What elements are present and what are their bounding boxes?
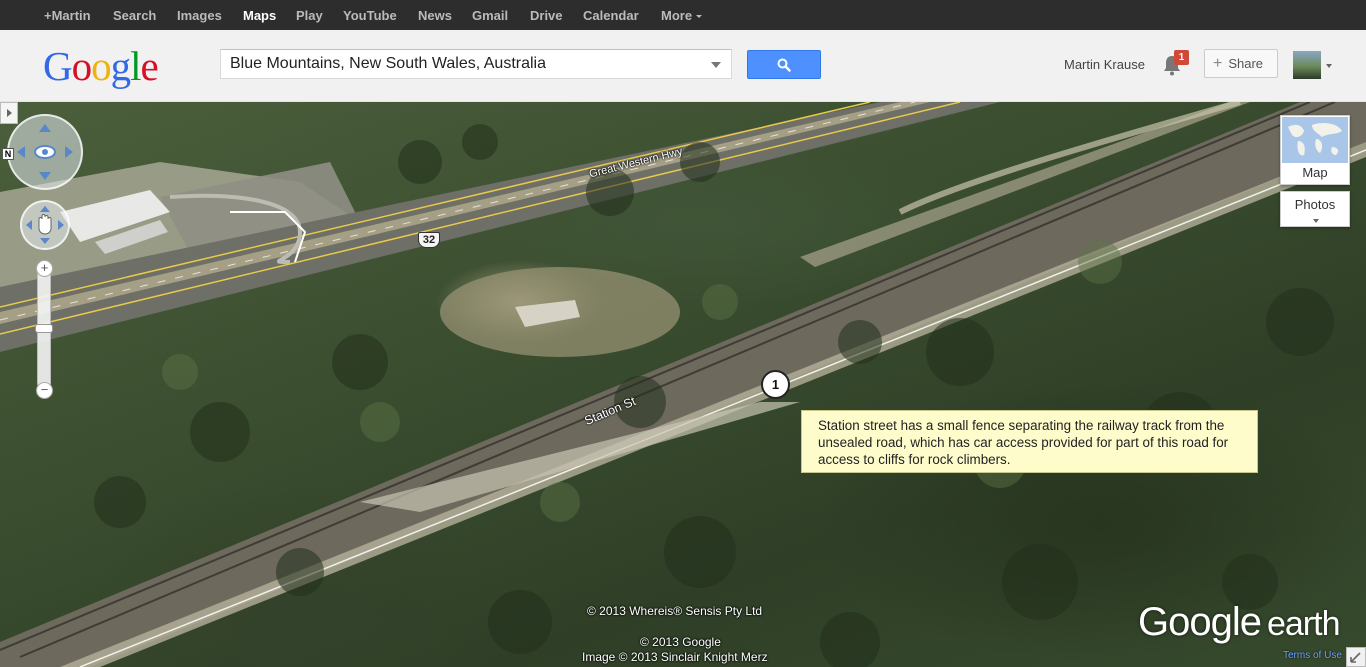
look-control[interactable] xyxy=(7,114,83,190)
user-name-link[interactable]: Martin Krause xyxy=(1064,57,1145,72)
annotation-note: Station street has a small fence separat… xyxy=(801,410,1258,473)
nav-item-maps[interactable]: Maps xyxy=(243,0,276,30)
zoom-slider-handle[interactable] xyxy=(35,324,53,333)
earth-logo-earth: earth xyxy=(1266,605,1340,643)
route-shield: 32 xyxy=(418,232,440,248)
logo-letter: l xyxy=(130,43,141,89)
resize-arrow-icon xyxy=(1350,652,1361,663)
share-label: Share xyxy=(1228,56,1264,71)
notification-badge[interactable]: 1 xyxy=(1174,50,1189,65)
map-type-photos-button[interactable]: Photos xyxy=(1280,191,1350,227)
logo-letter: o xyxy=(71,43,92,89)
nav-item-more[interactable]: More xyxy=(661,0,703,30)
nav-item-play[interactable]: Play xyxy=(296,0,323,30)
logo-letter: G xyxy=(43,43,73,89)
search-button[interactable] xyxy=(747,50,821,79)
pan-control[interactable] xyxy=(20,200,70,250)
search-icon xyxy=(777,58,791,72)
aerial-imagery xyxy=(0,102,1366,667)
copyright-image: Image © 2013 Sinclair Knight Merz xyxy=(582,650,768,664)
nav-item-search[interactable]: Search xyxy=(113,0,156,30)
hand-icon xyxy=(26,206,64,244)
chevron-down-icon xyxy=(696,15,703,19)
header: Google Martin Krause 1 + Share xyxy=(0,30,1366,102)
nav-item-drive[interactable]: Drive xyxy=(530,0,563,30)
chevron-down-icon[interactable] xyxy=(711,62,721,68)
share-button[interactable]: + Share xyxy=(1204,49,1278,78)
map-type-map-label: Map xyxy=(1302,165,1328,180)
expand-icon[interactable] xyxy=(1346,647,1366,667)
google-logo[interactable]: Google xyxy=(43,43,159,89)
search-input[interactable] xyxy=(221,50,701,78)
logo-letter: o xyxy=(91,43,111,89)
copyright-whereis: © 2013 Whereis® Sensis Pty Ltd xyxy=(587,604,763,618)
google-earth-logo: Google earth xyxy=(1138,600,1340,645)
plus-icon: + xyxy=(1213,55,1223,72)
chevron-down-icon[interactable] xyxy=(1326,64,1332,68)
terms-of-use-link[interactable]: Terms of Use xyxy=(1283,650,1342,661)
logo-letter: e xyxy=(140,43,159,89)
map-type-map-button[interactable]: Map xyxy=(1280,115,1350,185)
avatar[interactable] xyxy=(1293,51,1321,79)
map-canvas[interactable]: N + − Map Photos Great Western Hwy 32 St… xyxy=(0,102,1366,667)
nav-item-gmail[interactable]: Gmail xyxy=(472,0,508,30)
map-type-photos-label: Photos xyxy=(1294,197,1336,212)
zoom-out-button[interactable]: − xyxy=(36,382,53,399)
nav-item-youtube[interactable]: YouTube xyxy=(343,0,397,30)
more-label: More xyxy=(661,8,693,23)
map-marker[interactable]: 1 xyxy=(761,370,790,399)
nav-item-news[interactable]: News xyxy=(418,0,452,30)
logo-letter: g xyxy=(110,43,131,89)
eye-icon xyxy=(17,124,73,180)
nav-item-plus-martin[interactable]: +Martin xyxy=(44,0,91,30)
chevron-down-icon xyxy=(1313,219,1319,223)
north-reset-button[interactable]: N xyxy=(2,148,14,160)
google-bar: +Martin Search Images Maps Play YouTube … xyxy=(0,0,1366,30)
nav-item-calendar[interactable]: Calendar xyxy=(583,0,639,30)
copyright-google: © 2013 Google xyxy=(640,635,721,649)
nav-item-images[interactable]: Images xyxy=(177,0,222,30)
world-map-icon xyxy=(1282,117,1348,163)
search-box xyxy=(220,49,732,79)
earth-logo-google: Google xyxy=(1138,600,1262,644)
zoom-in-button[interactable]: + xyxy=(36,260,53,277)
